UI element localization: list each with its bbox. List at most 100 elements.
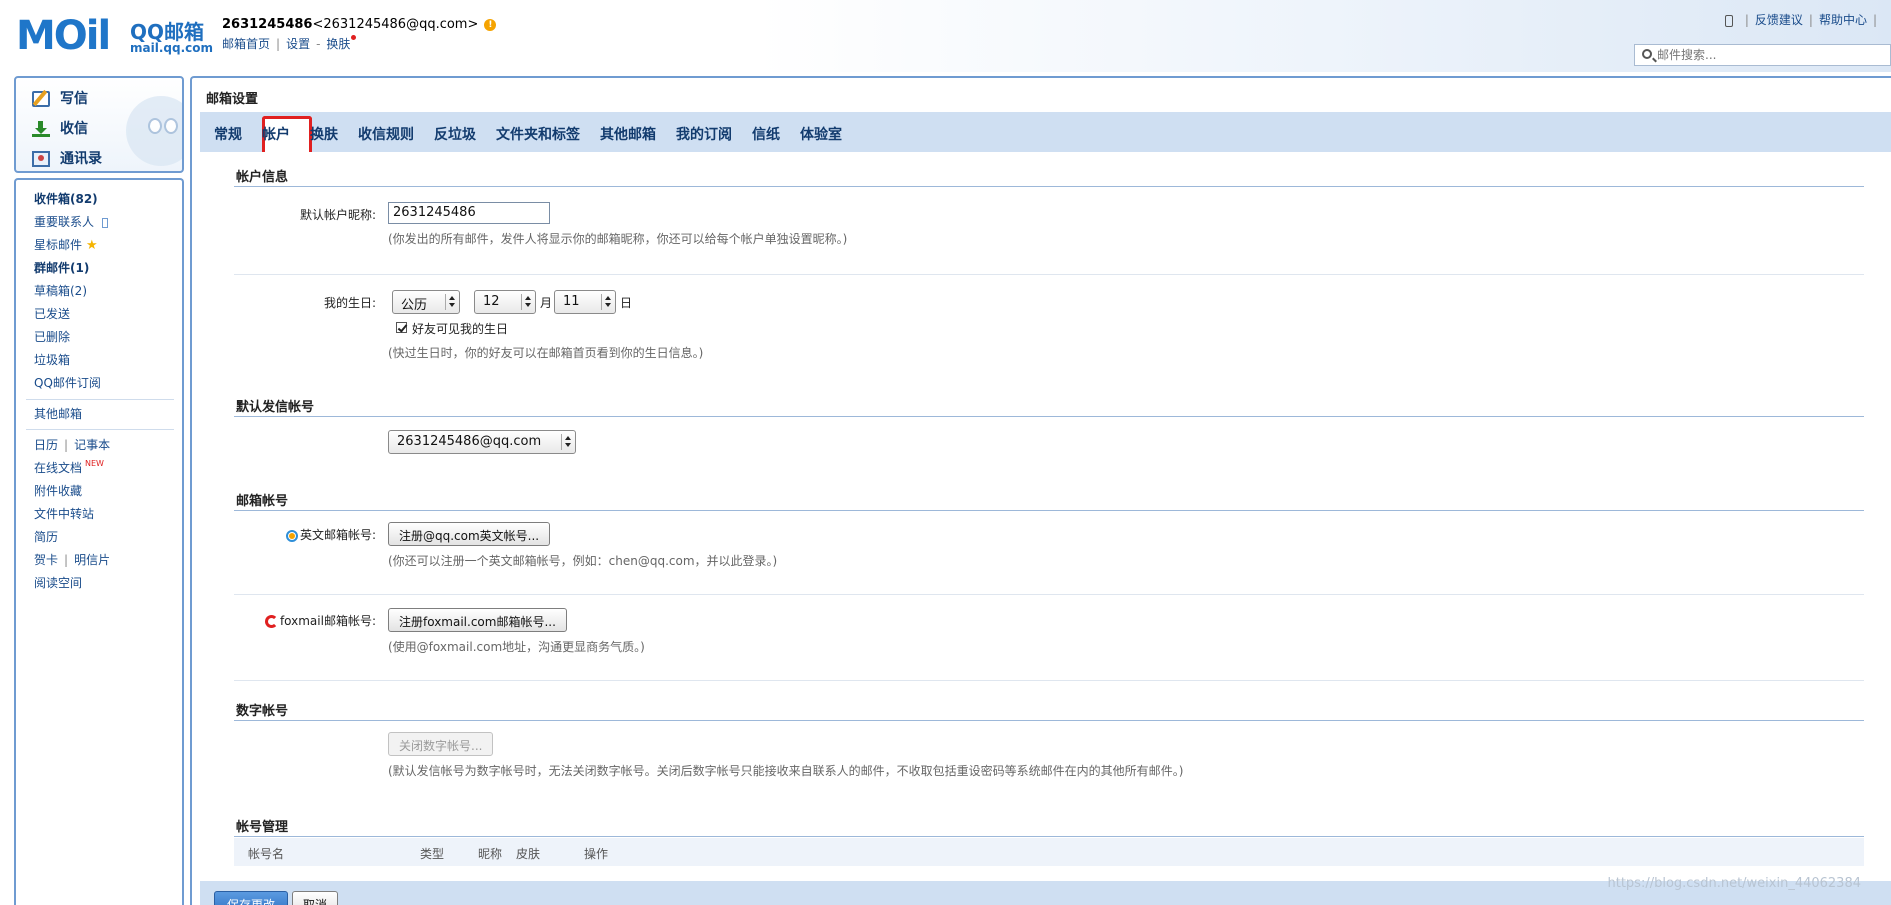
friends-visible-checkbox[interactable]: [396, 322, 407, 333]
account-settings-content: 帐户信息 默认帐户昵称: 2631245486 (你发出的所有邮件，发件人将显示…: [200, 152, 1891, 905]
birth-month-select[interactable]: 12: [474, 290, 536, 314]
new-badge: NEW: [85, 459, 104, 468]
folder-drafts[interactable]: 草稿箱(2): [34, 282, 87, 299]
qq-mail-logo[interactable]: MOil QQ邮箱 mail.qq.com: [16, 13, 213, 59]
section-mail-accounts: 邮箱帐号: [236, 494, 289, 509]
user-links: 邮箱首页 | 设置 - 换肤: [222, 35, 357, 52]
tab-general[interactable]: 常规: [214, 124, 242, 144]
cards-link[interactable]: 贺卡: [34, 553, 58, 567]
foxmail-account-hint: (使用@foxmail.com地址，沟通更显商务气质。): [388, 640, 645, 654]
skin-link[interactable]: 换肤: [326, 37, 350, 51]
user-email: <2631245486@qq.com>: [312, 17, 479, 32]
birthday-hint: (快过生日时，你的好友可以在邮箱首页看到你的生日信息。): [388, 346, 704, 360]
calendar-link[interactable]: 日历: [34, 438, 58, 452]
tab-rules[interactable]: 收信规则: [358, 124, 414, 144]
reading-link[interactable]: 阅读空间: [34, 574, 82, 591]
save-button[interactable]: 保存更改: [214, 891, 289, 905]
docs-link[interactable]: 在线文档 NEW: [34, 459, 104, 476]
penguin-decoration-icon: [126, 96, 182, 166]
foxmail-account-label: foxmail邮箱帐号:: [240, 612, 376, 629]
postcards-link[interactable]: 明信片: [74, 553, 110, 567]
tab-account[interactable]: 帐户: [262, 124, 290, 144]
tab-stationery[interactable]: 信纸: [752, 124, 780, 144]
nickname-input[interactable]: 2631245486: [388, 202, 550, 224]
close-digit-account-button[interactable]: 关闭数字帐号...: [388, 732, 494, 756]
accounts-table-header: 帐号名 类型 昵称 皮肤 操作: [234, 838, 1864, 866]
search-input[interactable]: [1657, 47, 1882, 63]
nickname-hint: (你发出的所有邮件，发件人将显示你的邮箱昵称，你还可以给每个帐户单独设置昵称。): [388, 232, 848, 246]
settings-panel: 邮箱设置 常规 帐户 换肤 收信规则 反垃圾 文件夹和标签 其他邮箱 我的订阅 …: [190, 76, 1891, 905]
mail-home-link[interactable]: 邮箱首页: [222, 37, 270, 51]
attachments-link[interactable]: 附件收藏: [34, 482, 82, 499]
flag-icon: [102, 217, 109, 228]
feedback-link[interactable]: 反馈建议: [1755, 13, 1803, 27]
section-divider: [234, 510, 1864, 511]
folder-deleted[interactable]: 已删除: [34, 328, 70, 345]
contacts-button[interactable]: 通讯录: [32, 148, 102, 168]
contacts-icon: [32, 151, 50, 167]
friends-visible-label[interactable]: 好友可见我的生日: [412, 320, 508, 337]
tab-folders[interactable]: 文件夹和标签: [496, 124, 580, 144]
divider: [234, 274, 1864, 275]
birthday-label: 我的生日:: [323, 296, 376, 310]
day-unit: 日: [620, 296, 633, 310]
receive-button[interactable]: 收信: [32, 118, 88, 138]
folder-starred[interactable]: 星标邮件 ★: [34, 236, 98, 253]
notes-link[interactable]: 记事本: [74, 438, 110, 452]
nickname-label: 默认帐户昵称:: [299, 208, 376, 222]
tab-skin[interactable]: 换肤: [310, 124, 338, 144]
birth-day-select[interactable]: 11: [554, 290, 616, 314]
other-mail-link[interactable]: 其他邮箱: [34, 405, 82, 422]
watermark: https://blog.csdn.net/weixin_44062384: [1607, 876, 1861, 891]
folder-spam[interactable]: 垃圾箱: [34, 351, 70, 368]
tab-other-mail[interactable]: 其他邮箱: [600, 124, 656, 144]
mail-search[interactable]: [1634, 44, 1891, 66]
write-icon: [32, 91, 50, 107]
folder-subscriptions[interactable]: QQ邮件订阅: [34, 374, 101, 391]
section-account-info: 帐户信息: [236, 170, 289, 185]
divider: [26, 399, 174, 400]
section-divider: [234, 836, 1864, 837]
tab-antispam[interactable]: 反垃圾: [434, 124, 476, 144]
default-sender-select[interactable]: 2631245486@qq.com: [388, 430, 576, 454]
phone-icon[interactable]: [1724, 14, 1733, 27]
english-account-hint: (你还可以注册一个英文邮箱帐号，例如：chen@qq.com，并以此登录。): [388, 554, 778, 568]
write-button[interactable]: 写信: [32, 88, 88, 108]
top-right-links: | 反馈建议 | 帮助中心 |: [1724, 11, 1883, 28]
section-divider: [234, 416, 1864, 417]
username: 2631245486: [222, 17, 313, 32]
page-title: 邮箱设置: [206, 92, 259, 107]
column-actions: 操作: [584, 847, 609, 861]
help-link[interactable]: 帮助中心: [1819, 13, 1867, 27]
settings-link[interactable]: 设置: [286, 37, 310, 51]
search-icon[interactable]: [1642, 49, 1652, 59]
tab-lab[interactable]: 体验室: [800, 124, 842, 144]
column-nickname: 昵称: [478, 847, 503, 861]
transfer-link[interactable]: 文件中转站: [34, 505, 94, 522]
divider: [234, 594, 1864, 595]
select-arrow-icon: [601, 294, 611, 310]
resume-link[interactable]: 简历: [34, 528, 58, 545]
folder-important[interactable]: 重要联系人: [34, 213, 109, 230]
sidebar-folders: 收件箱(82) 重要联系人 星标邮件 ★ 群邮件(1) 草稿箱(2) 已发送 已删…: [14, 178, 184, 905]
receive-icon: [32, 121, 50, 137]
folder-inbox[interactable]: 收件箱(82): [34, 190, 98, 207]
logo-mark: MOil: [16, 13, 111, 59]
tools-calendar-notes: 日历 | 记事本: [34, 438, 111, 452]
select-arrow-icon: [561, 434, 571, 450]
qq-icon: [285, 529, 298, 542]
calendar-type-select[interactable]: 公历: [392, 290, 460, 314]
tab-subscriptions[interactable]: 我的订阅: [676, 124, 732, 144]
folder-sent[interactable]: 已发送: [34, 305, 70, 322]
tools-cards: 贺卡 | 明信片: [34, 553, 111, 567]
folder-group[interactable]: 群邮件(1): [34, 259, 89, 276]
cancel-button[interactable]: 取消: [292, 891, 339, 905]
settings-tabs: 常规 帐户 换肤 收信规则 反垃圾 文件夹和标签 其他邮箱 我的订阅 信纸 体验…: [200, 112, 1891, 156]
register-english-button[interactable]: 注册@qq.com英文帐号...: [388, 522, 551, 546]
register-foxmail-button[interactable]: 注册foxmail.com邮箱帐号...: [388, 608, 567, 632]
warning-icon[interactable]: !: [484, 18, 497, 31]
column-account-name: 帐号名: [248, 847, 285, 861]
section-divider: [234, 720, 1864, 721]
english-account-label: 英文邮箱帐号:: [240, 526, 376, 543]
column-skin: 皮肤: [516, 847, 541, 861]
